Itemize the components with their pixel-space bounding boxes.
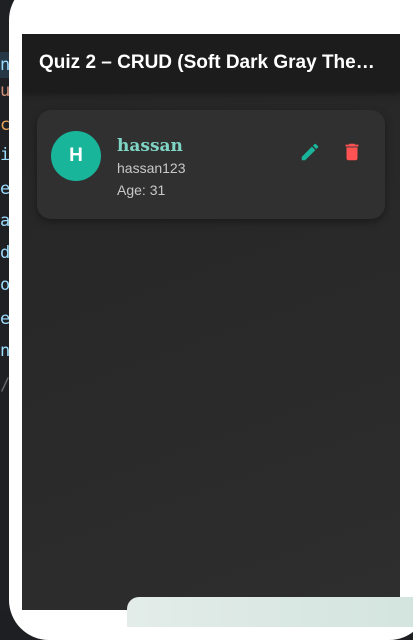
pencil-icon (301, 143, 319, 161)
user-username: hassan123 (117, 160, 186, 176)
app-screen: Quiz 2 – CRUD (Soft Dark Gray Theme) H h… (22, 34, 400, 610)
app-bar: Quiz 2 – CRUD (Soft Dark Gray Theme) (22, 34, 400, 92)
avatar: H (51, 131, 101, 181)
delete-button[interactable] (339, 139, 365, 165)
user-age: Age: 31 (117, 182, 166, 198)
bottom-overlay-panel (127, 597, 413, 627)
trash-icon (345, 143, 359, 161)
user-card[interactable]: H hassan hassan123 Age: 31 (37, 110, 385, 219)
user-name: hassan (117, 136, 183, 156)
page-title: Quiz 2 – CRUD (Soft Dark Gray Theme) (39, 52, 384, 73)
edit-button[interactable] (297, 139, 323, 165)
avatar-initial: H (69, 145, 83, 166)
